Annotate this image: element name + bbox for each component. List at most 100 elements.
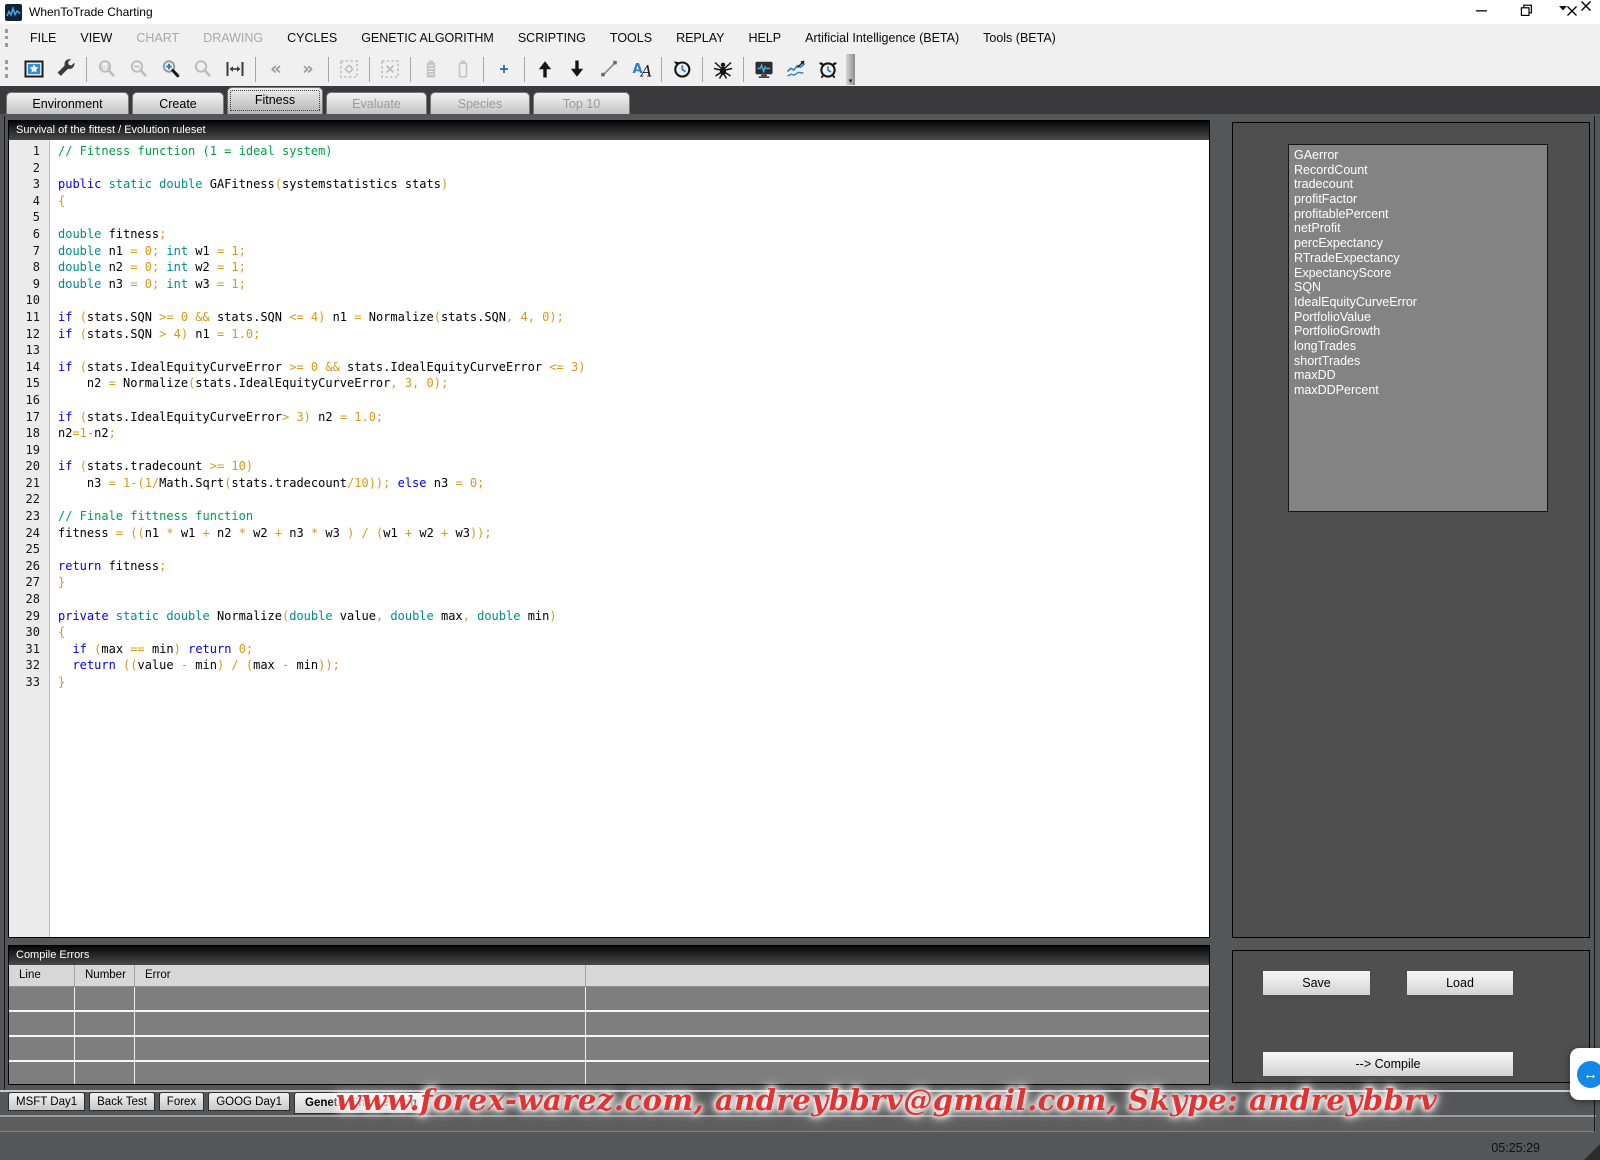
- table-cell: [9, 1037, 75, 1060]
- menu-item-genetic-algorithm[interactable]: GENETIC ALGORITHM: [349, 24, 506, 52]
- line-number: 24: [9, 526, 49, 543]
- chevron-down-icon: ▾: [849, 77, 853, 85]
- table-cell: [9, 987, 75, 1010]
- alarm-clock-icon[interactable]: [813, 55, 843, 83]
- toolbar-overflow-handle[interactable]: ▾: [846, 54, 855, 85]
- menu-item-file[interactable]: FILE: [18, 24, 68, 52]
- code-text: // Fitness function (1 = ideal system): [49, 144, 333, 161]
- save-button[interactable]: Save: [1262, 970, 1371, 996]
- variable-item[interactable]: ExpectancyScore: [1294, 266, 1547, 281]
- dock-close-button[interactable]: [1580, 0, 1592, 15]
- code-editor[interactable]: 1// Fitness function (1 = ideal system)2…: [9, 140, 1209, 937]
- menu-item-scripting[interactable]: SCRIPTING: [506, 24, 598, 52]
- toolbar-separator: [702, 57, 703, 82]
- status-bar: 05:25:29: [0, 1133, 1600, 1160]
- minimize-button[interactable]: [1459, 0, 1504, 24]
- restore-button[interactable]: [1504, 0, 1549, 24]
- history-icon[interactable]: [667, 55, 697, 83]
- prev-icon: «: [261, 55, 291, 83]
- variable-item[interactable]: GAerror: [1294, 148, 1547, 163]
- code-text: }: [49, 575, 65, 592]
- fit-width-icon[interactable]: [220, 55, 250, 83]
- variable-item[interactable]: profitFactor: [1294, 192, 1547, 207]
- code-line: 11if (stats.SQN >= 0 && stats.SQN <= 4) …: [9, 310, 1209, 327]
- arrow-down-icon[interactable]: [562, 55, 592, 83]
- code-line: 18n2=1-n2;: [9, 426, 1209, 443]
- variable-item[interactable]: profitablePercent: [1294, 207, 1547, 222]
- variable-item[interactable]: netProfit: [1294, 221, 1547, 236]
- minimize-icon: [1475, 4, 1488, 20]
- menu-item-replay[interactable]: REPLAY: [664, 24, 736, 52]
- line-number: 12: [9, 327, 49, 344]
- workspace-tab-forex[interactable]: Forex: [159, 1092, 204, 1111]
- variable-item[interactable]: maxDD: [1294, 368, 1547, 383]
- line-chart-icon[interactable]: [781, 55, 811, 83]
- toolbar-grip-handle[interactable]: [5, 60, 11, 78]
- variable-item[interactable]: longTrades: [1294, 339, 1547, 354]
- line-number: 18: [9, 426, 49, 443]
- variable-item[interactable]: tradecount: [1294, 177, 1547, 192]
- resize-grip[interactable]: [1584, 1144, 1600, 1160]
- code-text: n3 = 1-(1/Math.Sqrt(stats.tradecount/10)…: [49, 476, 484, 493]
- tab-fitness[interactable]: Fitness: [227, 87, 323, 114]
- variable-item[interactable]: maxDDPercent: [1294, 383, 1547, 398]
- dock-collapse-button[interactable]: [1558, 0, 1568, 15]
- variable-item[interactable]: RecordCount: [1294, 163, 1547, 178]
- tab-create[interactable]: Create: [132, 92, 224, 114]
- compile-button[interactable]: --> Compile: [1262, 1051, 1514, 1077]
- zoom-out-icon: [124, 55, 154, 83]
- variable-item[interactable]: RTradeExpectancy: [1294, 251, 1547, 266]
- table-cell: [75, 1012, 135, 1035]
- variable-item[interactable]: percExpectancy: [1294, 236, 1547, 251]
- wrench-icon[interactable]: [51, 55, 81, 83]
- table-row: [9, 1037, 1209, 1062]
- code-line: 33}: [9, 675, 1209, 692]
- menu-item-help[interactable]: HELP: [736, 24, 793, 52]
- tab-environment[interactable]: Environment: [6, 92, 129, 114]
- table-cell: [586, 987, 1209, 1010]
- line-number: 19: [9, 443, 49, 460]
- line-number: 28: [9, 592, 49, 609]
- teamviewer-popup[interactable]: ↔: [1570, 1048, 1600, 1100]
- chart-properties-icon[interactable]: [19, 55, 49, 83]
- menu-item-artificial-intelligence-beta[interactable]: Artificial Intelligence (BETA): [793, 24, 971, 52]
- variable-item[interactable]: PortfolioGrowth: [1294, 324, 1547, 339]
- code-line: 5: [9, 210, 1209, 227]
- line-number: 9: [9, 277, 49, 294]
- spider-icon[interactable]: [708, 55, 738, 83]
- arrow-up-icon[interactable]: [530, 55, 560, 83]
- line-number: 13: [9, 343, 49, 360]
- window-title: WhenToTrade Charting: [29, 5, 153, 19]
- workspace-tab-back-test[interactable]: Back Test: [89, 1092, 155, 1111]
- toolbar-separator: [661, 57, 662, 82]
- close-icon: [1580, 0, 1592, 15]
- code-line: 16: [9, 393, 1209, 410]
- menu-item-cycles[interactable]: CYCLES: [275, 24, 349, 52]
- monitor-wave-icon[interactable]: [749, 55, 779, 83]
- menu-item-tools-beta[interactable]: Tools (BETA): [971, 24, 1068, 52]
- variable-item[interactable]: SQN: [1294, 280, 1547, 295]
- variable-item[interactable]: IdealEquityCurveError: [1294, 295, 1547, 310]
- table-cell: [9, 1062, 75, 1085]
- plus-icon[interactable]: [489, 55, 519, 83]
- teamviewer-icon: ↔: [1577, 1061, 1600, 1088]
- variable-item[interactable]: PortfolioValue: [1294, 310, 1547, 325]
- code-line: 2: [9, 161, 1209, 178]
- variable-item[interactable]: shortTrades: [1294, 354, 1547, 369]
- font-icon[interactable]: AA: [626, 55, 656, 83]
- column-header-error: Error: [135, 965, 586, 986]
- menu-grip-handle[interactable]: [5, 29, 11, 47]
- code-text: double n3 = 0; int w3 = 1;: [49, 277, 246, 294]
- code-line: 29private static double Normalize(double…: [9, 609, 1209, 626]
- table-cell: [586, 1037, 1209, 1060]
- variables-list[interactable]: GAerrorRecordCounttradecountprofitFactor…: [1288, 144, 1548, 512]
- toolbar: 1:1«»AA ▾: [0, 52, 1600, 87]
- menu-item-tools[interactable]: TOOLS: [598, 24, 664, 52]
- workspace-tab-msft-day1[interactable]: MSFT Day1: [8, 1092, 85, 1111]
- trendline-icon[interactable]: [594, 55, 624, 83]
- load-button[interactable]: Load: [1406, 970, 1514, 996]
- table-row: [9, 1062, 1209, 1085]
- workspace-tab-goog-day1[interactable]: GOOG Day1: [208, 1092, 290, 1111]
- zoom-in-icon[interactable]: [156, 55, 186, 83]
- menu-item-view[interactable]: VIEW: [68, 24, 124, 52]
